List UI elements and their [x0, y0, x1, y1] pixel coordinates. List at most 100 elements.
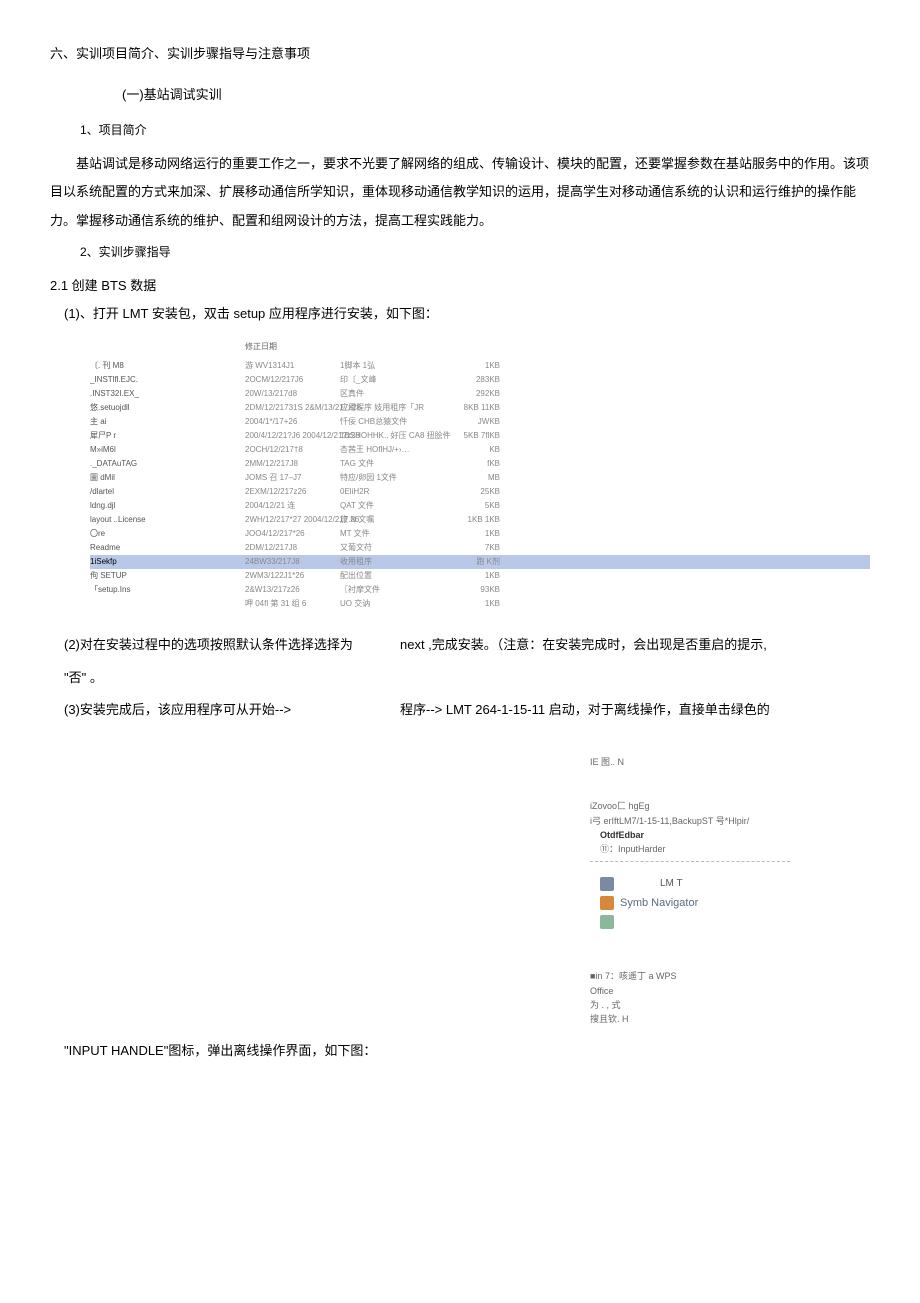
start-menu-figure: IE 图.. N iZovoo匚 hgEg i弓 erIftLM7/1-15-1…	[590, 755, 870, 1027]
file-date: 2DM/12/21731S 2&M/13/217z28	[245, 402, 340, 414]
start-menu-line: iZovoo匚 hgEg	[590, 799, 870, 813]
file-date: 2&W13/217z26	[245, 584, 340, 596]
file-name: Readme	[90, 542, 245, 554]
start-menu-bottom: ■in 7：咳遥丁 a WPS	[590, 969, 870, 983]
file-type: 应用程序 妓用租序「JR	[340, 402, 450, 414]
file-date: 2MM/12/217J8	[245, 458, 340, 470]
file-name: 犀尸P r	[90, 430, 245, 442]
file-size: 5KB 7flKB	[450, 430, 500, 442]
file-row: 〇reJOO4/12/217*26MT 文件1KB	[90, 527, 870, 541]
file-size: 5KB	[450, 500, 500, 512]
file-type: 1脚本 1弘	[340, 360, 450, 372]
start-menu-bottom: Office	[590, 984, 870, 998]
file-row: _INSTlfl.EJC.2OCM/12/217J6印〔_文峰283KB	[90, 373, 870, 387]
file-date: 200/4/12/21?J6 2004/12/21?z28	[245, 430, 340, 442]
file-name: 「setup.Ins	[90, 584, 245, 596]
file-name: _INSTlfl.EJC.	[90, 374, 245, 386]
file-date: 2004/12/21 连	[245, 500, 340, 512]
file-row: 犀尸P r200/4/12/21?J6 2004/12/21?z281BSHOH…	[90, 429, 870, 443]
file-date: 2DM/12/217J8	[245, 542, 340, 554]
file-date: 2004/1*/17+26	[245, 416, 340, 428]
file-date: 2WH/12/217*27 2004/12/217.26	[245, 514, 340, 526]
file-type: MT 文件	[340, 528, 450, 540]
file-name: 佝 SETUP	[90, 570, 245, 582]
file-size: 跑 K剂	[450, 556, 500, 568]
file-row: /dlartel2EXM/12/217z260EliH2R25KB	[90, 485, 870, 499]
file-type: 1BSHOHHK.. 好压 CA8 扭脍件	[340, 430, 450, 442]
file-name: 圖 dMil	[90, 472, 245, 484]
file-date: JOO4/12/217*26	[245, 528, 340, 540]
start-menu-line: i弓 erIftLM7/1-15-11,BackupST 号*Hlpir/	[590, 814, 870, 828]
menu-item-symb: Symb Navigator	[600, 895, 870, 913]
file-size: 283KB	[450, 374, 500, 386]
step-3: (3)安装完成后，该应用程序可从开始--> 程序--> LMT 264-1-15…	[64, 696, 870, 725]
file-listing-header: 修正日期	[245, 341, 870, 353]
file-row: 「setup.Ins2&W13/217z26〖衬摩文件93KB	[90, 583, 870, 597]
file-size: 7KB	[450, 542, 500, 554]
file-date: 2OCM/12/217J6	[245, 374, 340, 386]
file-name: ldng.djl	[90, 500, 245, 512]
menu-item-label: Symb Navigator	[620, 895, 698, 913]
file-row: 主 ai2004/1*/17+26忏佞 CHB总猿文件JWKB	[90, 415, 870, 429]
file-type: 旅 N 文嘱	[340, 514, 450, 526]
file-size: MB	[450, 472, 500, 484]
file-type: 配出位置	[340, 570, 450, 582]
file-size: 93KB	[450, 584, 500, 596]
app-icon	[600, 896, 614, 910]
file-date: 2EXM/12/217z26	[245, 486, 340, 498]
file-name: 〔. 刊 M8	[90, 360, 245, 372]
file-name: layout ..License	[90, 514, 245, 526]
file-name: 主 ai	[90, 416, 245, 428]
menu-item-blank	[600, 915, 870, 929]
file-type: 0EliH2R	[340, 486, 450, 498]
file-name: M»iM6l	[90, 444, 245, 456]
file-type: 区真件	[340, 388, 450, 400]
file-type: 〖衬摩文件	[340, 584, 450, 596]
intro-paragraph: 基站调试是移动网络运行的重要工作之一，要求不光要了解网络的组成、传输设计、模块的…	[50, 150, 870, 236]
menu-item-label: LM T	[660, 876, 683, 892]
step-1: (1)、打开 LMT 安装包，双击 setup 应用程序进行安装，如下图：	[64, 300, 870, 329]
file-name: 悠.setuojdll	[90, 402, 245, 414]
file-row: layout ..License2WH/12/217*27 2004/12/21…	[90, 513, 870, 527]
file-type: 收用租序	[340, 556, 450, 568]
step-2-right: next ,完成安装。（注意：在安装完成时，会出现是否重启的提示,	[400, 631, 870, 660]
file-date: JOMS 召 17–J7	[245, 472, 340, 484]
app-icon	[600, 915, 614, 929]
divider	[590, 861, 790, 862]
file-size: 1KB	[450, 570, 500, 582]
file-date: 24BW33/217J8	[245, 556, 340, 568]
file-type: 印〔_文峰	[340, 374, 450, 386]
file-row: Readme2DM/12/217J8又葡文苻7KB	[90, 541, 870, 555]
file-date: 2OCH/12/217†8	[245, 444, 340, 456]
file-size: 25KB	[450, 486, 500, 498]
start-menu-bold: OtdfEdbar	[600, 828, 870, 842]
step-2: (2)对在安装过程中的选项按照默认条件选择选择为 next ,完成安装。（注意：…	[64, 631, 870, 660]
file-size: 1KB 1KB	[450, 514, 500, 526]
file-type: 忏佞 CHB总猿文件	[340, 416, 450, 428]
start-menu-top: IE 图.. N	[590, 755, 870, 769]
step-guide-heading: 2、实训步骤指导	[80, 239, 870, 265]
step-3-left: (3)安装完成后，该应用程序可从开始-->	[64, 696, 400, 725]
main-heading: 六、实训项目简介、实训步骤指导与注意事项	[50, 40, 870, 69]
file-row: ldng.djl2004/12/21 连QAT 文件5KB	[90, 499, 870, 513]
start-menu-bottom: 搜且钦. H	[590, 1012, 870, 1026]
file-type: QAT 文件	[340, 500, 450, 512]
step-2-left: (2)对在安装过程中的选项按照默认条件选择选择为	[64, 631, 400, 660]
file-size: 1KB	[450, 528, 500, 540]
file-row: 圖 dMilJOMS 召 17–J7特应/卵园 1文件MB	[90, 471, 870, 485]
file-type: 特应/卵园 1文件	[340, 472, 450, 484]
file-row: .INST32I.EX_20W/13/217d8区真件292KB	[90, 387, 870, 401]
file-type: UO 交讷	[340, 598, 450, 610]
input-handle-note: "INPUT HANDLE"图标，弹出离线操作界面，如下图：	[64, 1037, 870, 1066]
file-type: 杏茜王 HOflHJ/+›…	[340, 444, 450, 456]
file-row: 悠.setuojdll2DM/12/21731S 2&M/13/217z28应用…	[90, 401, 870, 415]
file-date: 2WM3/122J1*26	[245, 570, 340, 582]
file-name: 1iSekfp	[90, 556, 245, 568]
file-row: M»iM6l2OCH/12/217†8杏茜王 HOflHJ/+›…KB	[90, 443, 870, 457]
start-menu-input-handler: ⑪：InputHarder	[600, 842, 870, 856]
file-row: 〔. 刊 M8游 WV1314J11脚本 1弘1KB	[90, 359, 870, 373]
file-size: KB	[450, 444, 500, 456]
file-type: 又葡文苻	[340, 542, 450, 554]
file-name: /dlartel	[90, 486, 245, 498]
file-size: 8KB 11KB	[450, 402, 500, 414]
